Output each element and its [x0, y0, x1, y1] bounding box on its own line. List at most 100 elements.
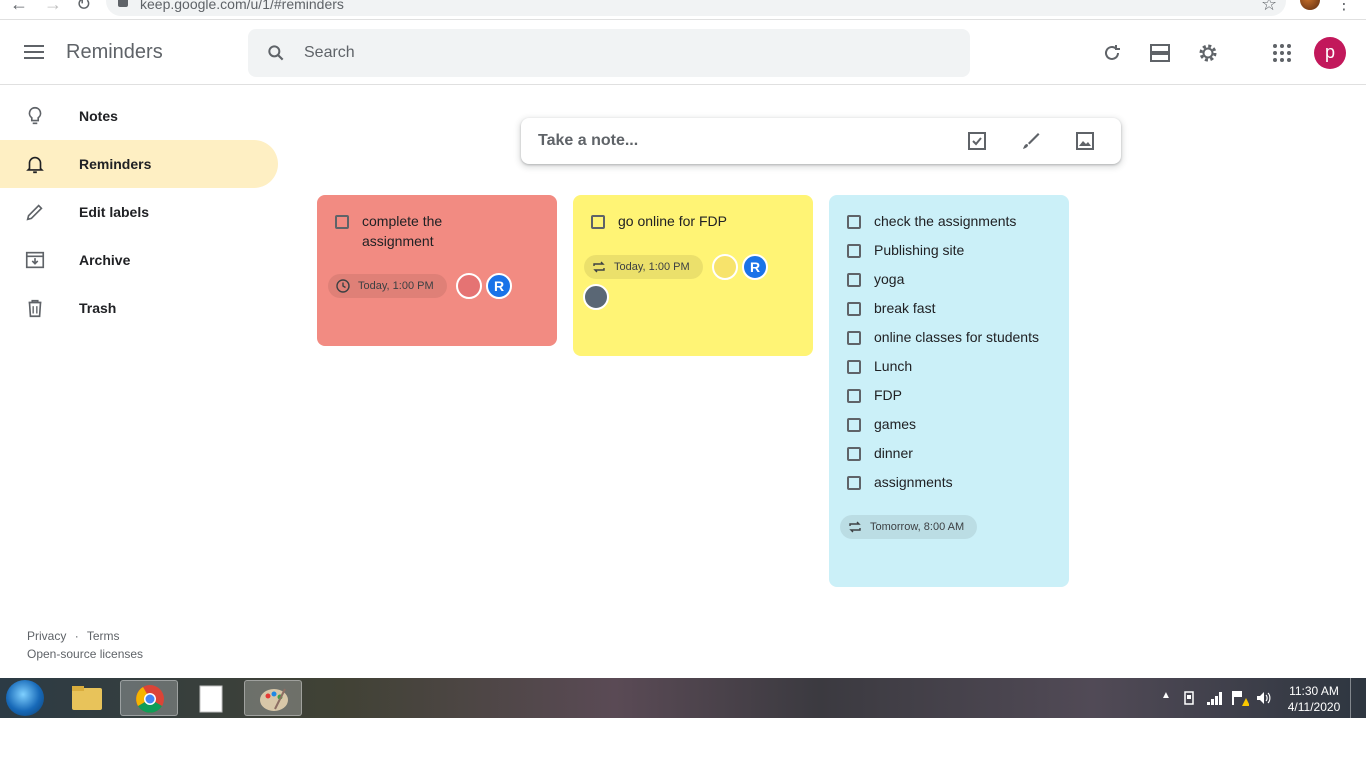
system-clock[interactable]: 11:30 AM 4/11/2020 [1282, 683, 1346, 715]
new-drawing-brush-icon[interactable] [1019, 129, 1043, 153]
checklist-item: dinner [847, 443, 1057, 465]
checkbox[interactable] [847, 244, 861, 258]
collaborator-avatar[interactable] [583, 284, 609, 310]
search-icon[interactable] [266, 43, 286, 63]
refresh-icon[interactable] [1100, 41, 1124, 65]
bookmark-star-icon[interactable]: ☆ [1261, 0, 1277, 15]
main-menu-icon[interactable] [24, 45, 44, 59]
paint-taskbar-button[interactable] [244, 680, 302, 716]
reminder-chip[interactable]: Today, 1:00 PM [328, 274, 447, 298]
sidebar: Notes Reminders Edit labels Archive Tras… [0, 92, 280, 332]
sidebar-item-label: Notes [79, 108, 118, 124]
take-note-placeholder[interactable]: Take a note... [538, 132, 638, 150]
account-avatar[interactable]: p [1314, 37, 1346, 69]
take-note-bar[interactable]: Take a note... [521, 118, 1121, 164]
checklist-item-text: complete the assignment [362, 213, 443, 249]
document-icon [199, 685, 223, 713]
forward-icon[interactable]: → [44, 0, 62, 15]
checklist-item: games [847, 414, 1057, 436]
new-list-checkbox-icon[interactable] [965, 129, 989, 153]
checklist-item: Lunch [847, 356, 1057, 378]
checklist-item-text: Publishing site [874, 242, 965, 258]
checklist-item: complete the assignment [335, 211, 545, 253]
checklist-item: Publishing site [847, 240, 1057, 262]
search-input[interactable] [304, 29, 944, 77]
sidebar-item-trash[interactable]: Trash [0, 284, 278, 332]
checklist-item-text: games [874, 416, 917, 432]
volume-icon[interactable] [1255, 689, 1273, 707]
sidebar-item-label: Archive [79, 252, 131, 268]
reminder-chip[interactable]: Tomorrow, 8:00 AM [840, 515, 978, 539]
browser-profile-avatar[interactable] [1300, 0, 1320, 10]
reminder-chip[interactable]: Today, 1:00 PM [584, 255, 703, 279]
chrome-taskbar-button[interactable] [120, 680, 178, 716]
checklist-item: check the assignments [847, 211, 1057, 233]
checkbox[interactable] [847, 447, 861, 461]
apps-grid-icon[interactable] [1270, 41, 1294, 65]
checklist-item-text: assignments [874, 474, 953, 490]
notepad-taskbar-button[interactable] [182, 680, 240, 716]
repeat-icon [849, 521, 861, 533]
checkbox[interactable] [847, 389, 861, 403]
checkbox[interactable] [847, 331, 861, 345]
folder-icon [72, 686, 102, 710]
sidebar-item-label: Trash [79, 300, 117, 316]
app-header: Reminders p [0, 21, 1366, 85]
checkbox[interactable] [847, 215, 861, 229]
checklist-item: online classes for students [847, 327, 1057, 349]
privacy-link[interactable]: Privacy [27, 629, 66, 643]
checkbox[interactable] [335, 215, 349, 229]
archive-icon [25, 251, 45, 269]
action-center-warning-icon[interactable] [1231, 689, 1249, 707]
checkbox[interactable] [847, 418, 861, 432]
sidebar-item-archive[interactable]: Archive [0, 236, 278, 284]
collaborator-avatar[interactable]: R [486, 273, 512, 299]
reminder-text: Tomorrow, 8:00 AM [870, 521, 965, 533]
collaborator-avatar[interactable] [712, 254, 738, 280]
sidebar-item-label: Reminders [79, 156, 152, 172]
collaborator-avatar[interactable]: R [742, 254, 768, 280]
page-title: Reminders [66, 41, 163, 63]
reload-icon[interactable]: ↻ [76, 0, 91, 15]
lightbulb-icon [28, 106, 42, 125]
start-button[interactable] [6, 680, 44, 716]
sidebar-item-reminders[interactable]: Reminders [0, 140, 278, 188]
list-view-icon[interactable] [1148, 41, 1172, 65]
terms-link[interactable]: Terms [87, 629, 120, 643]
file-explorer-taskbar-button[interactable] [58, 680, 116, 716]
usb-device-icon[interactable] [1182, 690, 1196, 706]
collaborator-avatar[interactable] [456, 273, 482, 299]
sidebar-item-notes[interactable]: Notes [0, 92, 278, 140]
checklist-item-text: yoga [874, 271, 905, 287]
checklist-item: yoga [847, 269, 1057, 291]
checkbox[interactable] [847, 302, 861, 316]
lock-icon [118, 0, 128, 7]
open-source-licenses-link[interactable]: Open-source licenses [27, 645, 143, 663]
checklist-item-text: go online for FDP [618, 213, 727, 229]
checkbox[interactable] [847, 273, 861, 287]
checklist-item: break fast [847, 298, 1057, 320]
url-text[interactable]: keep.google.com/u/1/#reminders [140, 0, 344, 12]
note-card[interactable]: complete the assignment Today, 1:00 PM R [317, 195, 557, 346]
back-icon[interactable]: ← [10, 0, 28, 15]
new-image-icon[interactable] [1073, 129, 1097, 153]
reminder-text: Today, 1:00 PM [614, 261, 690, 273]
show-desktop-button[interactable] [1350, 678, 1364, 718]
sidebar-item-edit-labels[interactable]: Edit labels [0, 188, 278, 236]
checkbox[interactable] [591, 215, 605, 229]
checkbox[interactable] [847, 476, 861, 490]
show-hidden-icons[interactable]: ▲ [1161, 690, 1171, 701]
trash-icon [28, 299, 42, 318]
sidebar-item-label: Edit labels [79, 204, 150, 220]
footer-links: Privacy · Terms Open-source licenses [27, 627, 143, 663]
search-bar[interactable] [248, 29, 970, 77]
network-signal-icon[interactable] [1206, 690, 1224, 706]
settings-gear-icon[interactable] [1196, 41, 1220, 65]
note-card[interactable]: check the assignments Publishing site yo… [829, 195, 1069, 587]
browser-menu-icon[interactable]: ⋮ [1336, 0, 1352, 14]
note-card[interactable]: go online for FDP Today, 1:00 PM R [573, 195, 813, 356]
checkbox[interactable] [847, 360, 861, 374]
checklist-item-text: break fast [874, 300, 936, 316]
checklist-item-text: FDP [874, 387, 902, 403]
bell-icon [26, 156, 44, 174]
